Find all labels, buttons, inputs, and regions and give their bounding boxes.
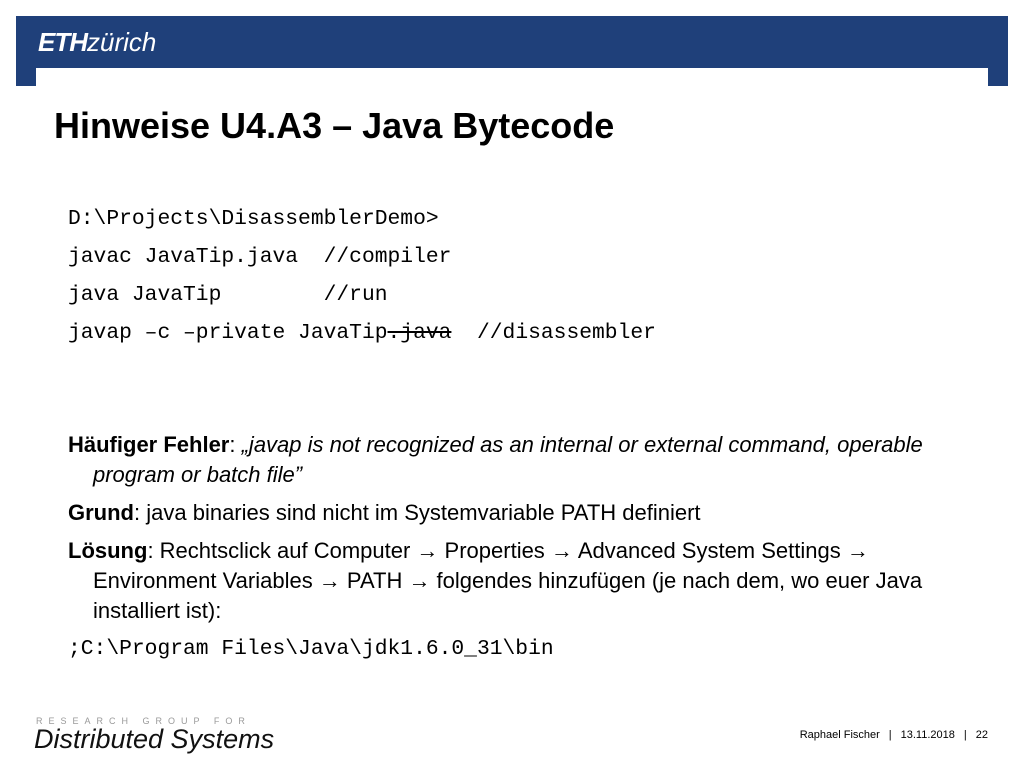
header-tab-left — [16, 68, 36, 86]
struck-extension: .java — [387, 321, 452, 345]
footer-separator: | — [963, 729, 967, 741]
note-text: Rechtsclick auf Computer → Properties → … — [93, 538, 923, 623]
note-label: Grund — [68, 500, 134, 525]
eth-zurich-logo: ETHzürich — [38, 27, 156, 57]
code-line: java JavaTip //run — [68, 283, 388, 307]
code-command: javap –c –private JavaTip — [68, 321, 388, 345]
code-block: D:\Projects\DisassemblerDemo> javac JavaT… — [68, 200, 656, 352]
code-line: javac JavaTip.java //compiler — [68, 245, 452, 269]
note-separator: : — [147, 538, 160, 563]
header-tab-right — [988, 68, 1008, 86]
logo-eth-text: ETH — [38, 27, 88, 57]
path-entry: ;C:\Program Files\Java\jdk1.6.0_31\bin — [68, 637, 554, 661]
note-text: java binaries sind nicht im Systemvariab… — [146, 500, 701, 525]
footer-group-name: Distributed Systems — [34, 724, 275, 754]
note-separator: : — [134, 500, 147, 525]
code-line: D:\Projects\DisassemblerDemo> — [68, 207, 439, 231]
notes-list: Häufiger Fehler: „javap is not recognize… — [68, 430, 968, 634]
note-label: Lösung — [68, 538, 148, 563]
note-label: Häufiger Fehler — [68, 432, 230, 457]
note-reason: Grund: java binaries sind nicht im Syste… — [68, 498, 968, 528]
note-separator: : — [229, 432, 242, 457]
slide-title: Hinweise U4.A3 – Java Bytecode — [54, 105, 615, 146]
footer-separator: | — [888, 729, 892, 741]
header-bar — [16, 16, 1008, 68]
code-line: javap –c –private JavaTip.java //disasse… — [68, 314, 656, 352]
footer-author: Raphael Fischer — [799, 729, 880, 741]
code-comment: //disassembler — [451, 321, 656, 345]
note-common-error: Häufiger Fehler: „javap is not recognize… — [68, 430, 968, 490]
page-number: 22 — [975, 729, 988, 741]
logo-zurich-text: zürich — [87, 27, 157, 57]
note-solution: Lösung: Rechtsclick auf Computer → Prope… — [68, 536, 968, 626]
footer-date: 13.11.2018 — [900, 729, 955, 741]
footer-meta: Raphael Fischer | 13.11.2018 | 22 — [800, 729, 988, 741]
